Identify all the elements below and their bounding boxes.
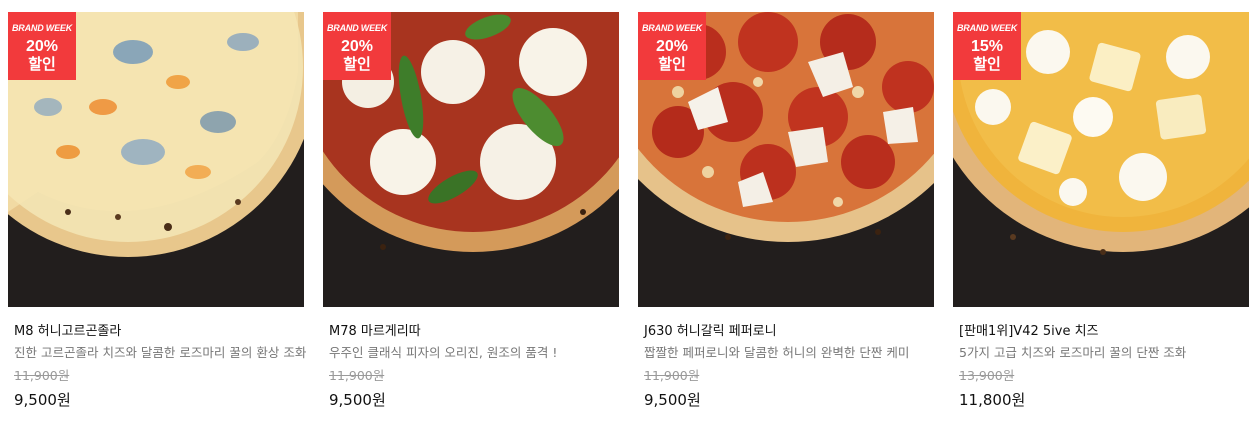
product-name[interactable]: M78 마르게리따 (329, 323, 619, 341)
product-card[interactable]: BRAND WEEK 20% 할인 M78 마르게리따 우주인 클래식 피자의 … (323, 12, 619, 410)
badge-percent: 20% (655, 38, 689, 55)
badge-percent: 20% (25, 38, 59, 55)
product-description: 짭짤한 페퍼로니와 달콤한 허니의 완벽한 단짠 케미 (644, 345, 910, 360)
original-price: 11,900원 (644, 368, 700, 383)
sale-price: 11,800원 (959, 391, 1026, 409)
badge-discount: 할인 (658, 55, 686, 73)
product-grid: BRAND WEEK 20% 할인 M8 허니고르곤졸라 진한 고르곤졸라 치즈… (0, 0, 1256, 422)
product-image[interactable]: BRAND WEEK 20% 할인 (8, 12, 304, 307)
product-image[interactable]: BRAND WEEK 20% 할인 (638, 12, 934, 307)
product-name[interactable]: J630 허니갈릭 페퍼로니 (644, 323, 934, 341)
product-image[interactable]: BRAND WEEK 20% 할인 (323, 12, 619, 307)
product-description: 우주인 클래식 피자의 오리진, 원조의 품격 ! (329, 345, 558, 360)
original-price: 11,900원 (14, 368, 70, 383)
product-description: 진한 고르곤졸라 치즈와 달콤한 로즈마리 꿀의 환상 조화 (14, 345, 307, 360)
original-price: 11,900원 (329, 368, 385, 383)
sale-price: 9,500원 (14, 391, 71, 409)
discount-badge: BRAND WEEK 20% 할인 (638, 12, 706, 80)
sale-price: 9,500원 (644, 391, 701, 409)
product-card[interactable]: BRAND WEEK 15% 할인 [판매1위]V42 5ive 치즈 5가지 … (953, 12, 1249, 410)
discount-badge: BRAND WEEK 20% 할인 (8, 12, 76, 80)
badge-discount: 할인 (973, 55, 1001, 73)
badge-label: BRAND WEEK (12, 23, 72, 33)
badge-label: BRAND WEEK (642, 23, 702, 33)
badge-discount: 할인 (343, 55, 371, 73)
product-image[interactable]: BRAND WEEK 15% 할인 (953, 12, 1249, 307)
original-price: 13,900원 (959, 368, 1015, 383)
product-name[interactable]: M8 허니고르곤졸라 (14, 323, 304, 341)
product-name[interactable]: [판매1위]V42 5ive 치즈 (959, 323, 1249, 341)
badge-percent: 20% (340, 38, 374, 55)
product-card[interactable]: BRAND WEEK 20% 할인 J630 허니갈릭 페퍼로니 짭짤한 페퍼로… (638, 12, 934, 410)
badge-discount: 할인 (28, 55, 56, 73)
discount-badge: BRAND WEEK 20% 할인 (323, 12, 391, 80)
badge-label: BRAND WEEK (957, 23, 1017, 33)
discount-badge: BRAND WEEK 15% 할인 (953, 12, 1021, 80)
badge-percent: 15% (970, 38, 1004, 55)
product-description: 5가지 고급 치즈와 로즈마리 꿀의 단짠 조화 (959, 345, 1187, 360)
sale-price: 9,500원 (329, 391, 386, 409)
product-card[interactable]: BRAND WEEK 20% 할인 M8 허니고르곤졸라 진한 고르곤졸라 치즈… (8, 12, 307, 410)
badge-label: BRAND WEEK (327, 23, 387, 33)
